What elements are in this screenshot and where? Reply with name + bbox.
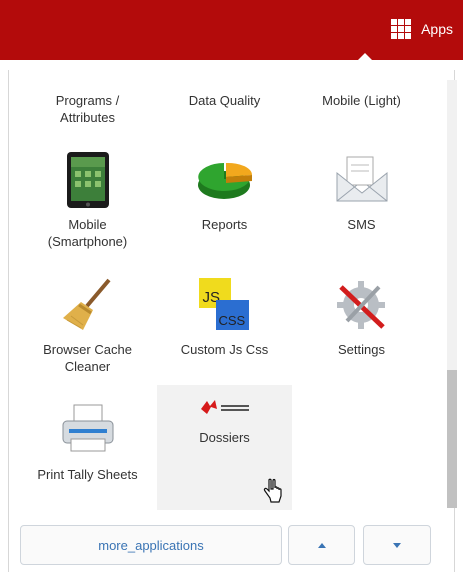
- dropdown-caret: [356, 53, 374, 62]
- top-header-bar: Apps: [0, 0, 463, 60]
- app-mobile-smartphone[interactable]: Mobile (Smartphone): [20, 150, 155, 250]
- scroll-down-button[interactable]: [363, 525, 431, 565]
- app-label: Mobile (Smartphone): [47, 217, 128, 249]
- app-programs-attributes[interactable]: Programs / Attributes: [20, 92, 155, 126]
- broom-icon: [20, 275, 155, 335]
- apps-grid-icon: [391, 19, 412, 39]
- arrow-up-icon: [317, 542, 326, 548]
- app-print-tally-sheets[interactable]: Print Tally Sheets: [20, 398, 155, 483]
- app-label: Settings: [338, 342, 385, 357]
- app-label: Programs / Attributes: [55, 93, 120, 125]
- hand-pointer-icon: [262, 478, 284, 509]
- tablet-icon: [20, 150, 155, 210]
- msf-logo-icon: [157, 385, 292, 429]
- app-custom-js-css[interactable]: JS CSS Custom Js Css: [157, 275, 292, 358]
- app-label: Dossiers: [199, 430, 250, 445]
- apps-button[interactable]: Apps: [391, 19, 453, 39]
- scroll-up-button[interactable]: [288, 525, 355, 565]
- envelope-icon: [294, 150, 429, 210]
- apps-label: Apps: [421, 21, 453, 37]
- more-applications-button[interactable]: more_applications: [20, 525, 282, 565]
- app-label: Reports: [201, 217, 248, 232]
- app-reports[interactable]: Reports: [157, 150, 292, 233]
- app-label: Browser Cache Cleaner: [43, 342, 132, 374]
- js-css-icon: JS CSS: [157, 275, 292, 335]
- app-browser-cache-cleaner[interactable]: Browser Cache Cleaner: [20, 275, 155, 375]
- app-label: SMS: [347, 217, 376, 232]
- pie-chart-icon: [157, 150, 292, 210]
- app-mobile-light[interactable]: Mobile (Light): [294, 92, 429, 109]
- scrollbar-thumb[interactable]: [447, 370, 457, 508]
- app-data-quality[interactable]: Data Quality: [157, 92, 292, 109]
- app-label: Mobile (Light): [322, 93, 401, 108]
- app-label: Custom Js Css: [180, 342, 269, 357]
- app-label: Print Tally Sheets: [37, 467, 138, 482]
- app-sms[interactable]: SMS: [294, 150, 429, 233]
- printer-icon: [20, 398, 155, 458]
- app-settings[interactable]: Settings: [294, 275, 429, 358]
- app-label: Data Quality: [188, 93, 261, 108]
- css-badge: CSS: [215, 300, 249, 330]
- arrow-down-icon: [393, 542, 401, 548]
- gear-tools-icon: [294, 275, 429, 335]
